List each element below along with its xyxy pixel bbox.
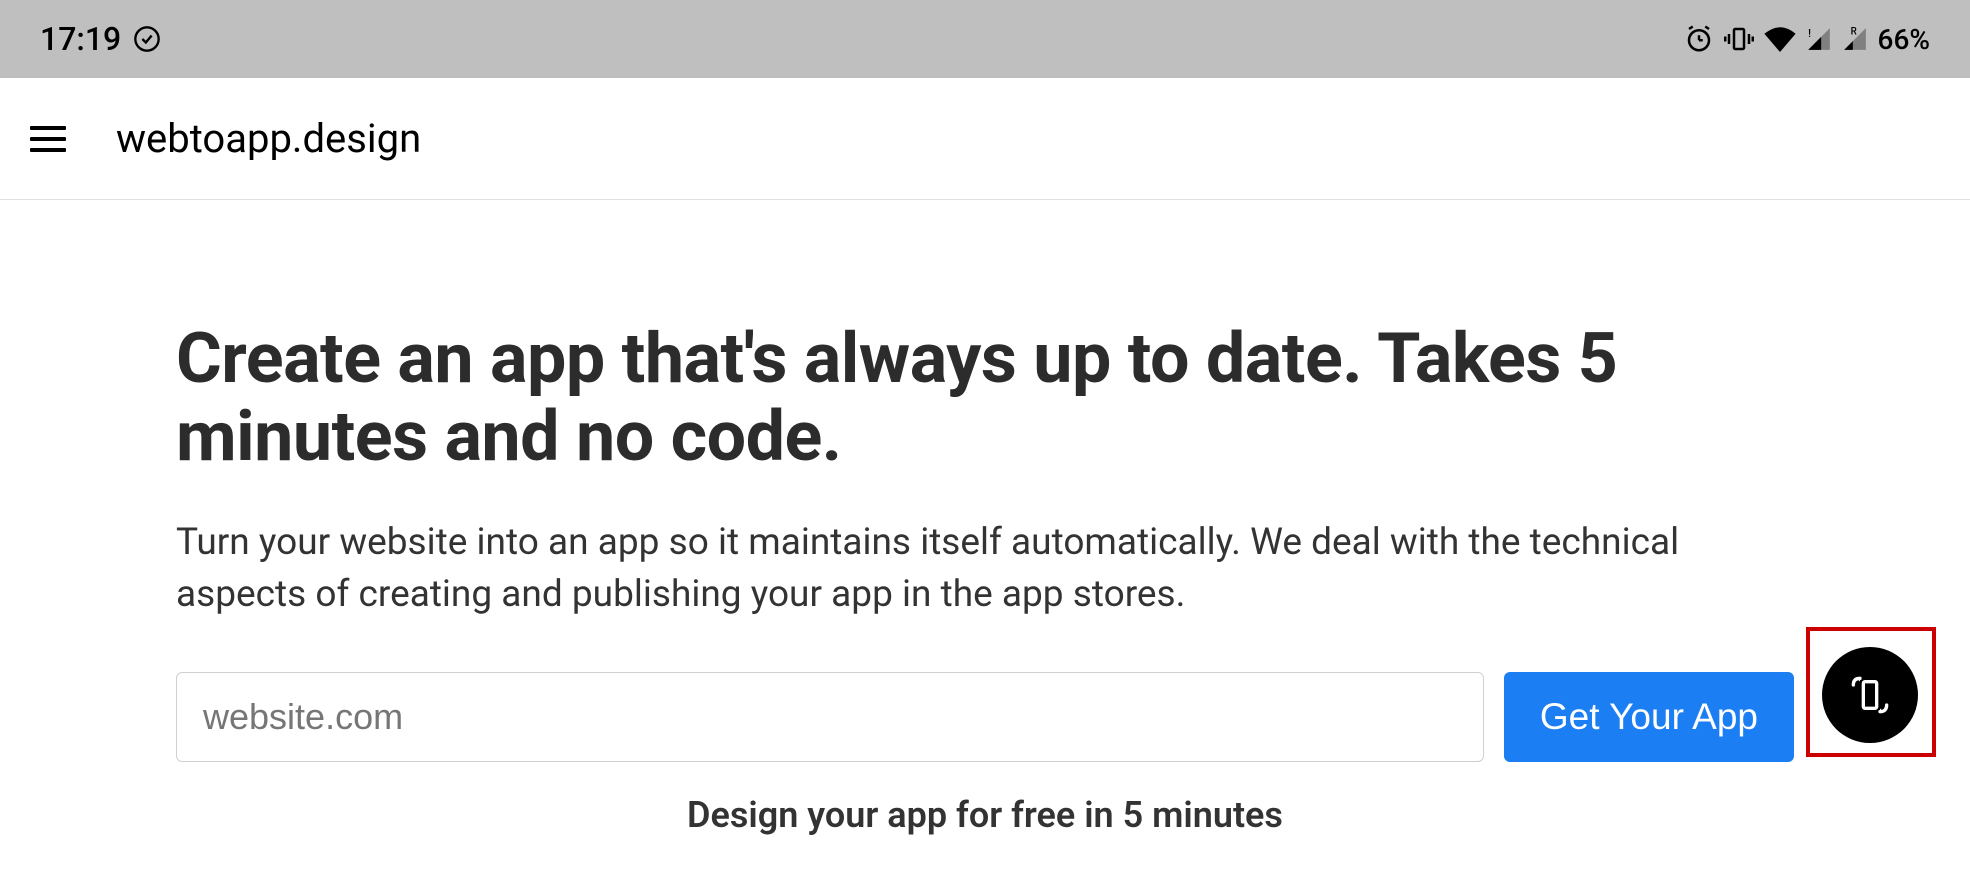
bottom-tagline: Design your app for free in 5 minutes <box>176 794 1794 836</box>
status-time: 17:19 <box>40 20 121 58</box>
page-subheadline: Turn your website into an app so it main… <box>176 517 1794 622</box>
hamburger-menu-icon[interactable] <box>30 121 66 157</box>
status-left: 17:19 <box>40 20 161 58</box>
wifi-icon <box>1764 26 1796 52</box>
vibrate-icon <box>1724 24 1754 54</box>
status-bar: 17:19 <box>0 0 1970 78</box>
svg-text:!: ! <box>1808 27 1811 40</box>
signal-sim1-icon: ! <box>1806 26 1832 52</box>
rotate-device-icon <box>1850 675 1890 715</box>
app-bar: webtoapp.design <box>0 78 1970 200</box>
app-title: webtoapp.design <box>116 115 421 162</box>
check-circle-icon <box>133 25 161 53</box>
alarm-icon <box>1684 24 1714 54</box>
status-right: ! R 66% <box>1684 23 1930 56</box>
signal-sim2-icon: R <box>1842 26 1868 52</box>
get-your-app-button[interactable]: Get Your App <box>1504 672 1794 762</box>
battery-percent: 66% <box>1878 23 1930 56</box>
page-headline: Create an app that's always up to date. … <box>176 320 1794 477</box>
input-row: Get Your App <box>176 672 1794 762</box>
svg-text:R: R <box>1850 27 1856 38</box>
rotate-device-fab[interactable] <box>1822 647 1918 743</box>
website-url-input[interactable] <box>176 672 1484 762</box>
main-content: Create an app that's always up to date. … <box>0 200 1970 836</box>
